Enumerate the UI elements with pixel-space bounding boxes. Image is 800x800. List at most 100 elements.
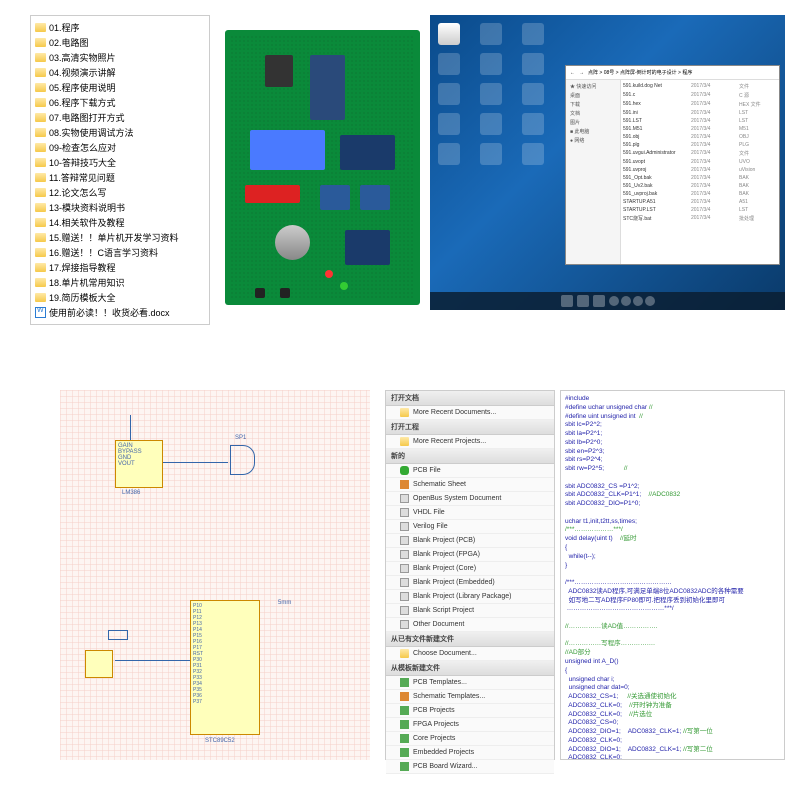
menu-item[interactable]: Core Projects — [386, 732, 554, 746]
folder-item[interactable]: 08.实物使用调试方法 — [35, 125, 205, 140]
menu-item[interactable]: FPGA Projects — [386, 718, 554, 732]
media-stop-icon[interactable] — [645, 296, 655, 306]
file-row[interactable]: 591.ini2017/3/4LST — [623, 109, 777, 117]
forward-icon[interactable]: → — [579, 70, 584, 76]
folder-item[interactable]: 11.答辩常见问题 — [35, 170, 205, 185]
desktop-icon[interactable] — [438, 143, 460, 165]
menu-item[interactable]: VHDL File — [386, 506, 554, 520]
desktop-icon[interactable] — [480, 23, 502, 45]
menu-item[interactable]: PCB Board Wizard... — [386, 760, 554, 774]
menu-item[interactable]: Schematic Templates... — [386, 690, 554, 704]
folder-item[interactable]: 06.程序下载方式 — [35, 95, 205, 110]
menu-item[interactable]: PCB Projects — [386, 704, 554, 718]
file-explorer-window[interactable]: ← → 点阵 > 08号 > 点阵屏-倒计时的电子设计 > 程序 ★ 快速访问桌… — [565, 65, 780, 265]
windows-taskbar[interactable] — [430, 292, 785, 310]
folder-item[interactable]: 04.视频演示讲解 — [35, 65, 205, 80]
folder-item[interactable]: 09-检查怎么应对 — [35, 140, 205, 155]
sidebar-item[interactable]: ■ 此电脑 — [568, 127, 618, 136]
file-row[interactable]: 591.c2017/3/4C 源 — [623, 91, 777, 100]
file-date: 2017/3/4 — [691, 142, 736, 148]
proj-icon — [400, 762, 409, 771]
folder-item[interactable]: 13-模块资料说明书 — [35, 200, 205, 215]
file-row[interactable]: 591.uvproj2017/3/4uVision — [623, 166, 777, 174]
menu-item[interactable]: More Recent Documents... — [386, 406, 554, 420]
menu-item[interactable]: Blank Project (FPGA) — [386, 548, 554, 562]
folder-item[interactable]: 16.赠送！！C语言学习资料 — [35, 245, 205, 260]
recycle-bin-icon[interactable] — [438, 23, 460, 45]
folder-item[interactable]: 02.电路图 — [35, 35, 205, 50]
start-button[interactable] — [561, 295, 573, 307]
menu-item[interactable]: Choose Document... — [386, 647, 554, 661]
sidebar-item[interactable]: 文档 — [568, 109, 618, 118]
file-row[interactable]: STARTUP.LST2017/3/4LST — [623, 206, 777, 214]
file-row[interactable]: 591.uvopt2017/3/4UVO — [623, 158, 777, 166]
desktop-icon[interactable] — [480, 83, 502, 105]
doc-file-item[interactable]: 使用前必读！！收货必看.docx — [35, 305, 205, 320]
folder-item[interactable]: 14.相关软件及教程 — [35, 215, 205, 230]
media-play-icon[interactable] — [621, 296, 631, 306]
folder-item[interactable]: 15.赠送！！单片机开发学习资料 — [35, 230, 205, 245]
desktop-icon[interactable] — [522, 83, 544, 105]
file-row[interactable]: 591.uvgui.Administrator2017/3/4文件 — [623, 149, 777, 158]
folder-item[interactable]: 07.电路图打开方式 — [35, 110, 205, 125]
desktop-icon[interactable] — [480, 143, 502, 165]
desktop-icon[interactable] — [522, 143, 544, 165]
sidebar-item[interactable]: 下载 — [568, 100, 618, 109]
menu-item[interactable]: Embedded Projects — [386, 746, 554, 760]
desktop-icon[interactable] — [438, 113, 460, 135]
folder-icon — [35, 53, 46, 62]
breadcrumb[interactable]: 点阵 > 08号 > 点阵屏-倒计时的电子设计 > 程序 — [588, 69, 775, 76]
file-row[interactable]: 591.obj2017/3/4OBJ — [623, 133, 777, 141]
file-row[interactable]: 591.M512017/3/4M51 — [623, 125, 777, 133]
file-row[interactable]: 591_Opt.bak2017/3/4BAK — [623, 174, 777, 182]
folder-item[interactable]: 17.焊接指导教程 — [35, 260, 205, 275]
desktop-icon[interactable] — [522, 53, 544, 75]
folder-item[interactable]: 19.简历模板大全 — [35, 290, 205, 305]
file-row[interactable]: 591.LST2017/3/4LST — [623, 117, 777, 125]
menu-item-label: More Recent Projects... — [413, 438, 486, 445]
media-next-icon[interactable] — [633, 296, 643, 306]
desktop-icon[interactable] — [522, 113, 544, 135]
folder-item[interactable]: 05.程序使用说明 — [35, 80, 205, 95]
desktop-icon[interactable] — [480, 113, 502, 135]
menu-item[interactable]: Blank Project (Embedded) — [386, 576, 554, 590]
menu-item[interactable]: Blank Project (PCB) — [386, 534, 554, 548]
menu-item[interactable]: Blank Script Project — [386, 604, 554, 618]
file-row[interactable]: STC烧写.bat2017/3/4批处理 — [623, 214, 777, 223]
taskbar-icon[interactable] — [593, 295, 605, 307]
file-row[interactable]: 591.kuild.dog Net2017/3/4文件 — [623, 82, 777, 91]
file-row[interactable]: 591.plg2017/3/4PLG — [623, 141, 777, 149]
menu-item[interactable]: More Recent Projects... — [386, 435, 554, 449]
file-row[interactable]: STARTUP.A512017/3/4A51 — [623, 198, 777, 206]
file-row[interactable]: 591_uvproj.bak2017/3/4BAK — [623, 190, 777, 198]
sidebar-item[interactable]: ★ 快速访问 — [568, 82, 618, 91]
file-row[interactable]: 591_Uv2.bak2017/3/4BAK — [623, 182, 777, 190]
sidebar-item[interactable]: 桌面 — [568, 91, 618, 100]
folder-item[interactable]: 10-答辩技巧大全 — [35, 155, 205, 170]
taskbar-icon[interactable] — [577, 295, 589, 307]
sidebar-item[interactable]: ● 网络 — [568, 136, 618, 145]
folder-item[interactable]: 12.论文怎么写 — [35, 185, 205, 200]
push-button-2 — [280, 288, 290, 298]
menu-item[interactable]: Blank Project (Core) — [386, 562, 554, 576]
back-icon[interactable]: ← — [570, 70, 575, 76]
folder-item[interactable]: 03.高清实物照片 — [35, 50, 205, 65]
menu-item[interactable]: Schematic Sheet — [386, 478, 554, 492]
desktop-icon[interactable] — [522, 23, 544, 45]
menu-item[interactable]: PCB Templates... — [386, 676, 554, 690]
desktop-icon[interactable] — [480, 53, 502, 75]
menu-item[interactable]: PCB File — [386, 464, 554, 478]
desktop-icon[interactable] — [438, 53, 460, 75]
file-row[interactable]: 591.hex2017/3/4HEX 文件 — [623, 100, 777, 109]
folder-item[interactable]: 01.程序 — [35, 20, 205, 35]
media-prev-icon[interactable] — [609, 296, 619, 306]
menu-item[interactable]: Blank Project (Library Package) — [386, 590, 554, 604]
blank-icon — [400, 536, 409, 545]
folder-item[interactable]: 18.单片机常用知识 — [35, 275, 205, 290]
menu-item[interactable]: Other Document — [386, 618, 554, 632]
desktop-icon[interactable] — [438, 83, 460, 105]
sidebar-item[interactable]: 图片 — [568, 118, 618, 127]
menu-item[interactable]: Verilog File — [386, 520, 554, 534]
gas-sensor — [275, 225, 310, 260]
menu-item[interactable]: OpenBus System Document — [386, 492, 554, 506]
